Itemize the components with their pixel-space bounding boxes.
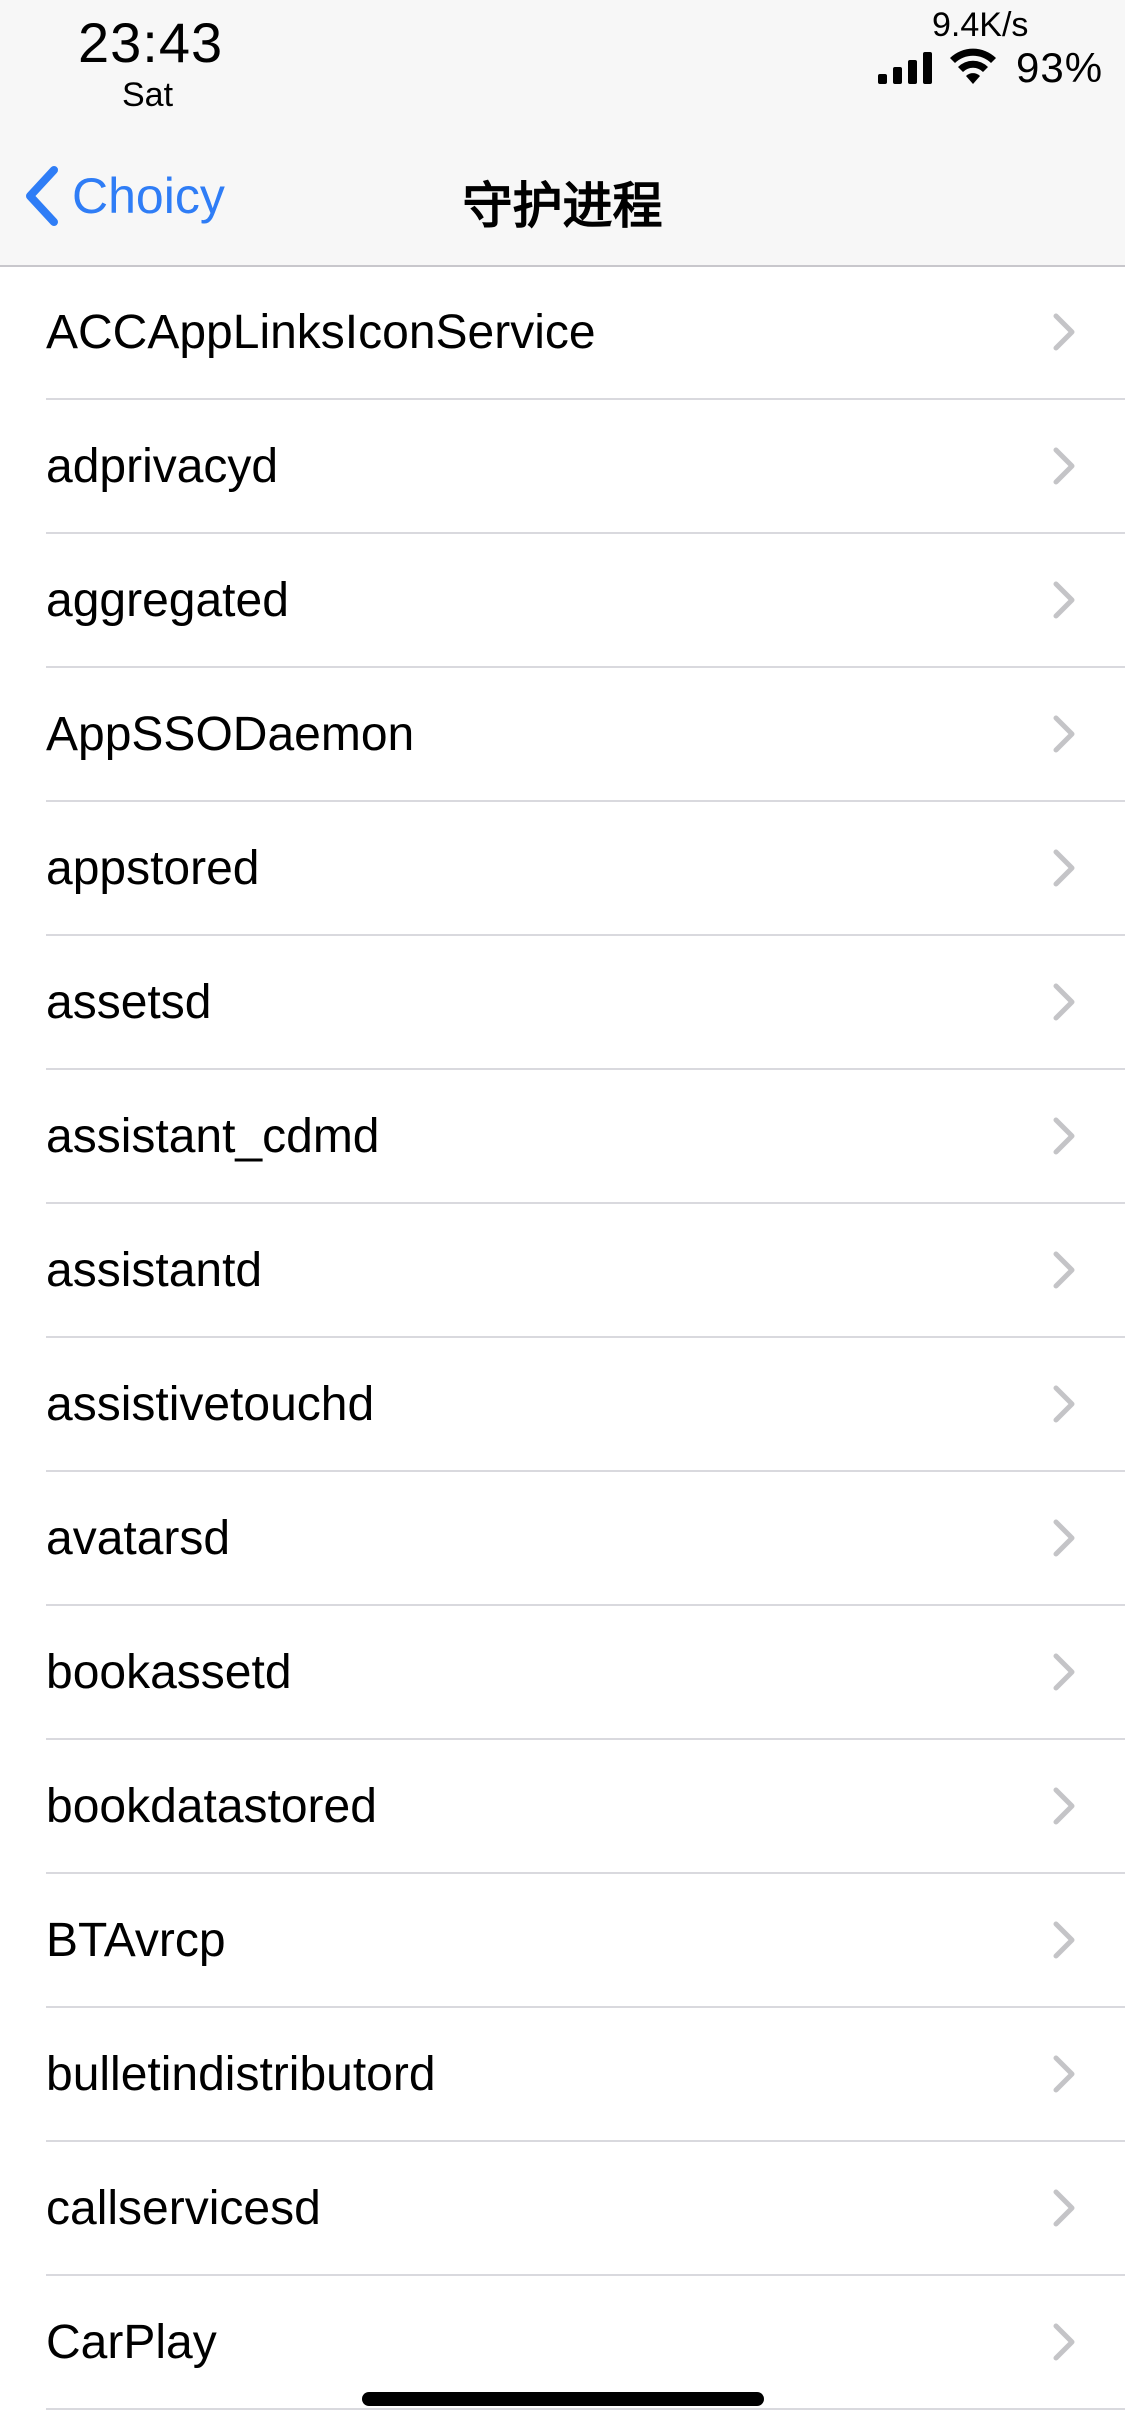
wifi-icon: [950, 48, 996, 84]
list-item[interactable]: assistivetouchd: [0, 1338, 1125, 1472]
screen: 23:43 Sat 9.4K/s 93% Choicy 守护进程 ACCAppL…: [0, 0, 1125, 2436]
list-item-label: assistant_cdmd: [46, 1110, 380, 1163]
list-item[interactable]: ACCAppLinksIconService: [0, 266, 1125, 400]
list-item[interactable]: bulletindistributord: [0, 2008, 1125, 2142]
status-day: Sat: [122, 76, 174, 114]
list-item-label: adprivacyd: [46, 440, 279, 493]
list-item[interactable]: bookassetd: [0, 1606, 1125, 1740]
list-item[interactable]: callservicesd: [0, 2142, 1125, 2276]
list-item-label: CarPlay: [46, 2316, 217, 2369]
list-item-label: AppSSODaemon: [46, 708, 415, 761]
list-item[interactable]: CarPlay: [0, 2276, 1125, 2410]
chevron-right-icon: [1053, 313, 1075, 351]
cellular-signal-icon: [878, 52, 932, 84]
list-item[interactable]: AppSSODaemon: [0, 668, 1125, 802]
chevron-right-icon: [1053, 983, 1075, 1021]
chevron-right-icon: [1053, 447, 1075, 485]
list-item[interactable]: assetsd: [0, 936, 1125, 1070]
chevron-right-icon: [1053, 2323, 1075, 2361]
battery-percentage: 93%: [1016, 44, 1104, 91]
list-item[interactable]: aggregated: [0, 534, 1125, 668]
list-item-label: aggregated: [46, 574, 289, 627]
chevron-right-icon: [1053, 1385, 1075, 1423]
home-indicator[interactable]: [362, 2392, 764, 2406]
list-item-label: assistivetouchd: [46, 1378, 375, 1431]
list-item-label: assistantd: [46, 1244, 263, 1297]
chevron-right-icon: [1053, 581, 1075, 619]
list-item-label: callservicesd: [46, 2182, 321, 2235]
chevron-right-icon: [1053, 2189, 1075, 2227]
chevron-right-icon: [1053, 849, 1075, 887]
status-time: 23:43: [78, 11, 224, 74]
list-item-label: assetsd: [46, 976, 212, 1029]
chevron-right-icon: [1053, 1787, 1075, 1825]
chevron-right-icon: [1053, 715, 1075, 753]
list-item-label: bookassetd: [46, 1646, 292, 1699]
row-separator: [46, 2408, 1125, 2410]
list-item-label: appstored: [46, 842, 260, 895]
chevron-right-icon: [1053, 2055, 1075, 2093]
list-item-label: bulletindistributord: [46, 2048, 436, 2101]
status-network-speed: 9.4K/s: [932, 6, 1029, 44]
list-item-label: BTAvrcp: [46, 1914, 226, 1967]
list-item-label: avatarsd: [46, 1512, 231, 1565]
top-bar: 23:43 Sat 9.4K/s 93% Choicy 守护进程: [0, 0, 1125, 267]
chevron-right-icon: [1053, 1519, 1075, 1557]
chevron-right-icon: [1053, 1921, 1075, 1959]
page-title: 守护进程: [462, 178, 663, 234]
chevron-right-icon: [1053, 1653, 1075, 1691]
list-item-label: bookdatastored: [46, 1780, 377, 1833]
list-item[interactable]: avatarsd: [0, 1472, 1125, 1606]
list-item[interactable]: assistant_cdmd: [0, 1070, 1125, 1204]
chevron-right-icon: [1053, 1251, 1075, 1289]
list-item[interactable]: bookdatastored: [0, 1740, 1125, 1874]
daemon-list: ACCAppLinksIconService adprivacyd aggreg…: [0, 266, 1125, 2410]
list-item[interactable]: BTAvrcp: [0, 1874, 1125, 2008]
list-item[interactable]: appstored: [0, 802, 1125, 936]
chevron-right-icon: [1053, 1117, 1075, 1155]
list-item[interactable]: assistantd: [0, 1204, 1125, 1338]
list-item[interactable]: adprivacyd: [0, 400, 1125, 534]
list-item-label: ACCAppLinksIconService: [46, 306, 596, 359]
